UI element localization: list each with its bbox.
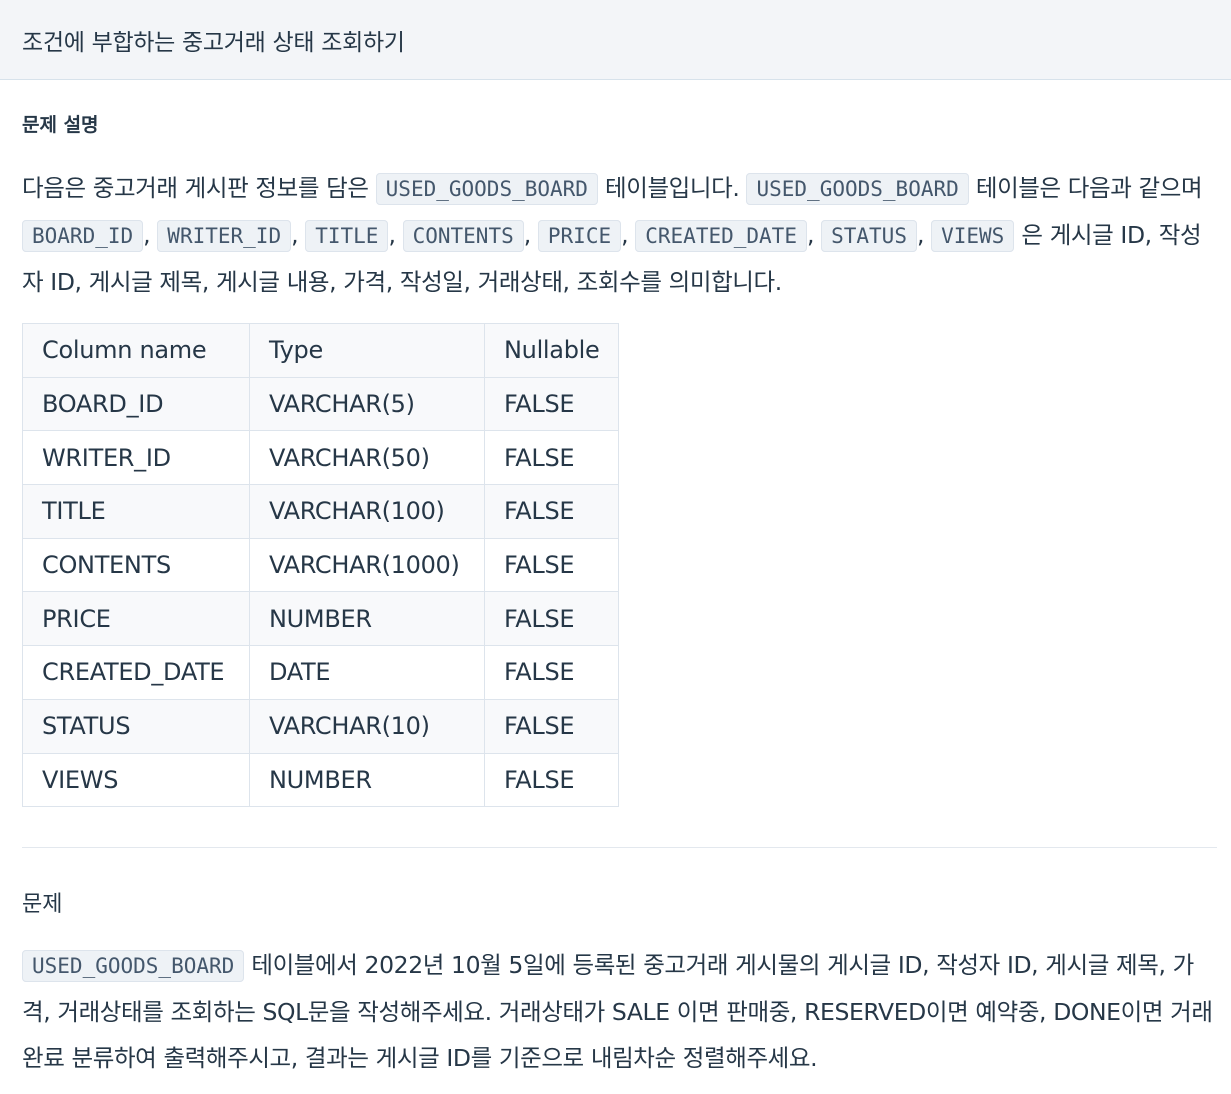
description-text: 다음은 중고거래 게시판 정보를 담은 (22, 174, 376, 202)
table-cell: VARCHAR(100) (249, 484, 485, 539)
table-cell: FALSE (483, 484, 620, 539)
table-cell: VIEWS (22, 752, 250, 808)
table-cell: FALSE (483, 752, 620, 808)
table-row: STATUS VARCHAR(10) FALSE (22, 698, 620, 754)
table-row: WRITER_ID VARCHAR(50) FALSE (22, 430, 620, 486)
table-cell: STATUS (22, 698, 250, 754)
table-row: PRICE NUMBER FALSE (22, 591, 620, 647)
code-column-name: WRITER_ID (157, 220, 292, 252)
code-column-name: PRICE (537, 220, 622, 252)
table-cell: VARCHAR(50) (249, 430, 485, 486)
table-row: VIEWS NUMBER FALSE (22, 752, 620, 808)
table-header-row: Column name Type Nullable (22, 323, 620, 378)
table-cell: PRICE (22, 591, 250, 647)
table-row: BOARD_ID VARCHAR(5) FALSE (22, 376, 620, 432)
table-cell: FALSE (483, 698, 620, 754)
table-header-cell: Nullable (483, 323, 620, 378)
table-cell: VARCHAR(5) (249, 376, 485, 432)
table-row: CONTENTS VARCHAR(1000) FALSE (22, 537, 620, 593)
code-table-name: USED_GOODS_BOARD (375, 173, 598, 205)
problem-paragraph: USED_GOODS_BOARD 테이블에서 2022년 10월 5일에 등록된… (22, 942, 1217, 1081)
problem-heading: 문제 (22, 892, 63, 918)
section-divider (22, 847, 1217, 849)
description-heading: 문제 설명 (22, 114, 99, 136)
table-cell: CREATED_DATE (22, 645, 250, 700)
table-cell: FALSE (483, 645, 620, 700)
table-row: CREATED_DATE DATE FALSE (22, 645, 620, 700)
table-cell: DATE (249, 645, 485, 700)
problem-title-bar: 조건에 부합하는 중고거래 상태 조회하기 (0, 0, 1231, 80)
table-cell: VARCHAR(10) (249, 698, 485, 754)
table-cell: CONTENTS (22, 537, 250, 593)
code-column-name: CONTENTS (402, 220, 524, 252)
description-text: 테이블은 다음과 같으며 (968, 174, 1203, 202)
code-column-name: VIEWS (931, 220, 1015, 252)
code-column-name: BOARD_ID (22, 220, 144, 252)
table-cell: VARCHAR(1000) (249, 537, 485, 593)
code-column-name: STATUS (821, 220, 917, 252)
table-cell: WRITER_ID (22, 430, 250, 486)
schema-table: Column name Type Nullable BOARD_ID VARCH… (22, 323, 620, 808)
problem-title: 조건에 부합하는 중고거래 상태 조회하기 (22, 29, 405, 56)
description-paragraph: 다음은 중고거래 게시판 정보를 담은 USED_GOODS_BOARD 테이블… (22, 173, 1203, 296)
table-cell: TITLE (22, 484, 250, 539)
table-header-cell: Column name (22, 323, 250, 378)
code-column-name: CREATED_DATE (635, 220, 807, 252)
description-text: 테이블입니다. (597, 174, 747, 202)
table-cell: FALSE (483, 430, 620, 486)
table-row: TITLE VARCHAR(100) FALSE (22, 484, 620, 539)
problem-content: 문제 설명 다음은 중고거래 게시판 정보를 담은 USED_GOODS_BOA… (0, 110, 1231, 1081)
code-table-name: USED_GOODS_BOARD (22, 950, 245, 983)
code-table-name: USED_GOODS_BOARD (746, 173, 969, 205)
table-cell: FALSE (483, 376, 620, 432)
table-cell: FALSE (483, 537, 620, 593)
code-column-name: TITLE (305, 220, 389, 252)
table-cell: NUMBER (249, 752, 485, 808)
table-cell: FALSE (483, 591, 620, 647)
table-cell: BOARD_ID (22, 376, 250, 432)
table-header-cell: Type (249, 323, 485, 378)
table-cell: NUMBER (249, 591, 485, 647)
